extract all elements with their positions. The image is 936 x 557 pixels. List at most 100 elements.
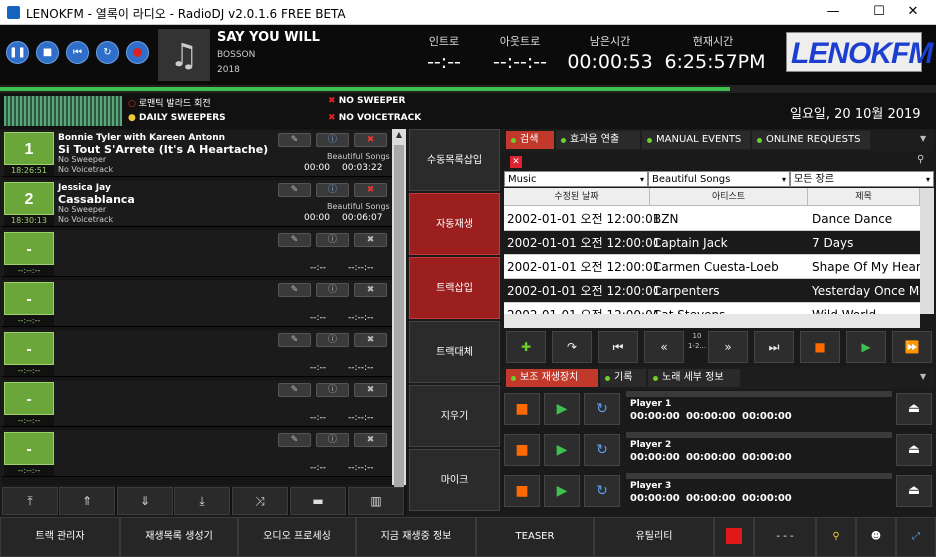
user-icon[interactable]: ☻ bbox=[856, 517, 896, 557]
playlist-item[interactable]: - --:--:-- --:-- --:--:-- ✎ ⓘ ✖ bbox=[2, 430, 392, 477]
tab-search[interactable]: 검색 bbox=[506, 131, 554, 149]
player-progress[interactable] bbox=[626, 391, 892, 397]
minimize-button[interactable]: — bbox=[810, 0, 856, 25]
tabs-menu-icon[interactable]: ▼ bbox=[920, 134, 926, 143]
audio-processing-button[interactable]: 오디오 프로세싱 bbox=[238, 517, 356, 557]
player-play-icon[interactable]: ▶ bbox=[544, 393, 580, 425]
move-top-button[interactable]: ⤒ bbox=[2, 487, 58, 515]
tab-online-requests[interactable]: ONLINE REQUESTS bbox=[752, 131, 870, 149]
loop-button[interactable]: ↻ bbox=[96, 41, 119, 64]
track-insert-button[interactable]: 트랙삽입 bbox=[409, 257, 500, 319]
grid-row[interactable]: 2002-01-01 오전 12:00:01 Captain Jack 7 Days bbox=[504, 231, 920, 255]
stop-all-button[interactable] bbox=[714, 517, 754, 557]
playlist-scroll-thumb[interactable] bbox=[394, 145, 404, 487]
shuffle-icon[interactable]: ⤨ bbox=[232, 487, 288, 515]
mic-button[interactable]: 마이크 bbox=[409, 449, 500, 511]
track-manager-button[interactable]: 트랙 관리자 bbox=[0, 517, 120, 557]
stop-preview-icon[interactable]: ■ bbox=[800, 331, 840, 363]
last-page-icon[interactable]: ⏭ bbox=[754, 331, 794, 363]
info-icon[interactable]: ⓘ bbox=[316, 383, 349, 397]
tab-song-details[interactable]: 노래 세부 정보 bbox=[648, 369, 740, 387]
manual-insert-button[interactable]: 수동목록삽입 bbox=[409, 129, 500, 191]
grid-row[interactable]: 2002-01-01 오전 12:00:01 Carmen Cuesta-Loeb… bbox=[504, 255, 920, 279]
clear-button[interactable]: 지우기 bbox=[409, 385, 500, 447]
info-icon[interactable]: ⓘ bbox=[316, 333, 349, 347]
pause-button[interactable]: ❚❚ bbox=[6, 41, 29, 64]
broom-icon[interactable]: ⚲ bbox=[816, 517, 856, 557]
info-icon[interactable]: ⓘ bbox=[316, 183, 349, 197]
edit-icon[interactable]: ✎ bbox=[278, 233, 311, 247]
teaser-button[interactable]: TEASER bbox=[476, 517, 594, 557]
auto-play-button[interactable]: 자동재생 bbox=[409, 193, 500, 255]
info-icon[interactable]: ⓘ bbox=[316, 433, 349, 447]
grid-scrollbar[interactable] bbox=[920, 188, 934, 314]
eject-icon[interactable]: ⏏ bbox=[896, 393, 932, 425]
edit-icon[interactable]: ✎ bbox=[278, 133, 311, 147]
move-down-button[interactable]: ⇓ bbox=[117, 487, 173, 515]
move-bottom-button[interactable]: ⤓ bbox=[174, 487, 230, 515]
search-icon[interactable]: ⚲ bbox=[917, 154, 924, 165]
folder-icon[interactable]: ▬ bbox=[290, 487, 346, 515]
info-icon[interactable]: ⓘ bbox=[316, 233, 349, 247]
record-button[interactable] bbox=[126, 41, 149, 64]
grid-hscrollbar[interactable] bbox=[504, 314, 920, 328]
prev-page-icon[interactable]: « bbox=[644, 331, 684, 363]
stop-button[interactable]: ■ bbox=[36, 41, 59, 64]
delete-icon[interactable]: ✖ bbox=[354, 133, 387, 147]
utilities-button[interactable]: 유틸리티 bbox=[594, 517, 714, 557]
delete-icon[interactable]: ✖ bbox=[354, 383, 387, 397]
delete-icon[interactable]: ✖ bbox=[354, 433, 387, 447]
eject-icon[interactable]: ⏏ bbox=[896, 475, 932, 507]
playlist-item[interactable]: - --:--:-- --:-- --:--:-- ✎ ⓘ ✖ bbox=[2, 280, 392, 327]
player-play-icon[interactable]: ▶ bbox=[544, 475, 580, 507]
playlist-generator-button[interactable]: 재생목록 생성기 bbox=[120, 517, 238, 557]
delete-icon[interactable]: ✖ bbox=[354, 183, 387, 197]
category-select[interactable]: Beautiful Songs ▾ bbox=[648, 171, 790, 187]
scroll-up-icon[interactable]: ▲ bbox=[393, 130, 405, 142]
fullscreen-icon[interactable]: ⤢ bbox=[896, 517, 936, 557]
tab-history[interactable]: 기록 bbox=[600, 369, 646, 387]
player-stop-icon[interactable]: ■ bbox=[504, 393, 540, 425]
player-progress[interactable] bbox=[626, 432, 892, 438]
eject-icon[interactable]: ⏏ bbox=[896, 434, 932, 466]
delete-icon[interactable]: ✖ bbox=[354, 233, 387, 247]
play-preview-icon[interactable]: ▶ bbox=[846, 331, 886, 363]
first-page-icon[interactable]: ⏮ bbox=[598, 331, 638, 363]
grid-row[interactable]: 2002-01-01 오전 12:00:01 BZN Dance Dance bbox=[504, 207, 920, 231]
previous-button[interactable]: ⏮ bbox=[66, 41, 89, 64]
trash-icon[interactable]: ▥ bbox=[348, 487, 404, 515]
playlist-item[interactable]: 2 18:30:13 Jessica Jay Cassablanca No Sweepe… bbox=[2, 180, 392, 227]
add-icon[interactable]: ✚ bbox=[506, 331, 546, 363]
delete-icon[interactable]: ✖ bbox=[354, 333, 387, 347]
player-loop-icon[interactable]: ↻ bbox=[584, 393, 620, 425]
grid-row[interactable]: 2002-01-01 오전 12:00:01Cat Stevens Wild Wo… bbox=[504, 303, 920, 314]
player-stop-icon[interactable]: ■ bbox=[504, 475, 540, 507]
player-tabs-menu-icon[interactable]: ▼ bbox=[920, 372, 926, 381]
info-icon[interactable]: ⓘ bbox=[316, 133, 349, 147]
player-progress[interactable] bbox=[626, 473, 892, 479]
player-play-icon[interactable]: ▶ bbox=[544, 434, 580, 466]
insert-icon[interactable]: ↷ bbox=[552, 331, 592, 363]
player-stop-icon[interactable]: ■ bbox=[504, 434, 540, 466]
delete-icon[interactable]: ✖ bbox=[354, 283, 387, 297]
grid-row[interactable]: 2002-01-01 오전 12:00:01 Carpenters Yesterda… bbox=[504, 279, 920, 303]
info-icon[interactable]: ⓘ bbox=[316, 283, 349, 297]
player-loop-icon[interactable]: ↻ bbox=[584, 475, 620, 507]
move-up-button[interactable]: ⇑ bbox=[59, 487, 115, 515]
playlist-item[interactable]: - --:--:-- --:-- --:--:-- ✎ ⓘ ✖ bbox=[2, 380, 392, 427]
edit-icon[interactable]: ✎ bbox=[278, 433, 311, 447]
tab-aux-player[interactable]: 보조 재생장치 bbox=[506, 369, 598, 387]
type-select[interactable]: Music ▾ bbox=[504, 171, 648, 187]
edit-icon[interactable]: ✎ bbox=[278, 333, 311, 347]
edit-icon[interactable]: ✎ bbox=[278, 183, 311, 197]
clear-search-icon[interactable]: ✕ bbox=[510, 156, 522, 168]
tab-manual-events[interactable]: MANUAL EVENTS bbox=[642, 131, 750, 149]
playlist-item[interactable]: - --:--:-- --:-- --:--:-- ✎ ⓘ ✖ bbox=[2, 230, 392, 277]
forward-icon[interactable]: ⏩ bbox=[892, 331, 932, 363]
col-modified-date[interactable]: 수정된 날짜 bbox=[504, 188, 650, 206]
player-loop-icon[interactable]: ↻ bbox=[584, 434, 620, 466]
genre-select[interactable]: 모든 장르 ▾ bbox=[790, 171, 934, 187]
close-button[interactable]: ✕ bbox=[890, 0, 936, 25]
col-title[interactable]: 제목 bbox=[808, 188, 920, 206]
misc-button[interactable]: - - - bbox=[754, 517, 816, 557]
